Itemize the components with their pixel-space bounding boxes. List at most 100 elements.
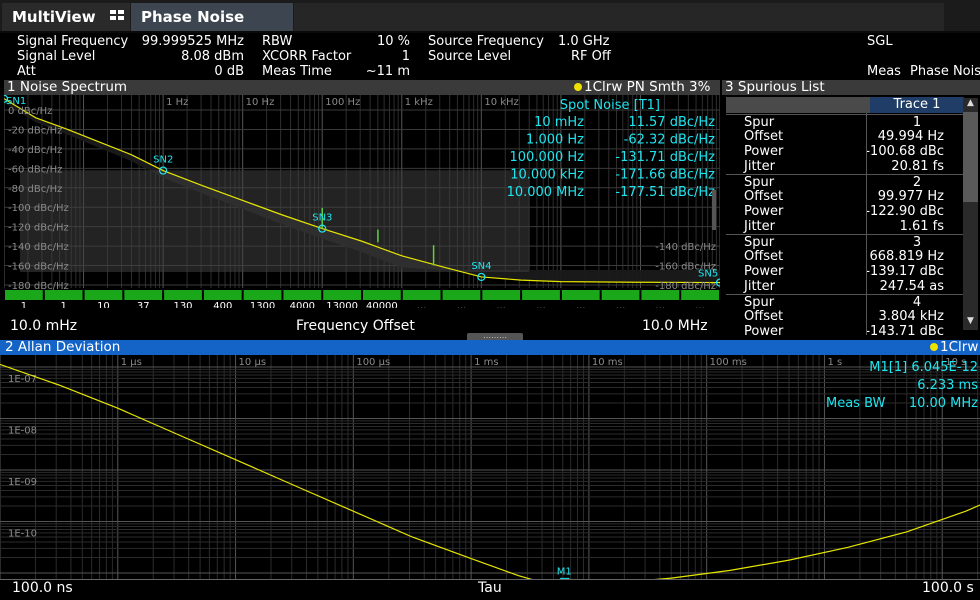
spur-row-label: Offset <box>744 189 784 204</box>
allan-deviation-title-bar[interactable]: 2 Allan Deviation 1Clrw <box>0 340 980 355</box>
spur-row[interactable]: Offset 49.994 Hz <box>726 129 964 144</box>
signal-frequency-value: 99.999525 MHz <box>141 34 244 49</box>
spot-noise-frequency: 10 mHz <box>534 115 584 130</box>
meas-time-value: ~11 m <box>365 64 410 79</box>
correlation-bar-value: 130 <box>173 301 192 308</box>
spur-row-label: Spur <box>744 175 775 190</box>
spot-noise-value: -171.66 dBc/Hz <box>615 168 715 183</box>
spot-noise-marker-label: SN4 <box>471 261 491 272</box>
correlation-bar-segment <box>164 290 202 300</box>
y-tick-label: 1E-09 <box>8 477 37 488</box>
correlation-bar-value: ... <box>695 301 705 308</box>
spur-row-value: 99.977 Hz <box>877 189 944 204</box>
spur-row[interactable]: Power -100.68 dBc <box>726 144 964 159</box>
correlation-bar-segment <box>601 290 640 300</box>
source-frequency-value: 1.0 GHz <box>558 34 610 49</box>
scroll-up-icon[interactable]: ▲ <box>963 98 978 112</box>
spur-row-value: 1.61 fs <box>899 219 944 234</box>
correlation-bar-value: 10 <box>97 301 110 308</box>
allan-x-axis: 100.0 ns Tau 100.0 s <box>0 579 980 597</box>
spur-row-value: -139.17 dBc <box>865 264 944 279</box>
tab-multiview-label: MultiView <box>12 8 96 26</box>
allan-deviation-title: 2 Allan Deviation <box>5 340 121 355</box>
spur-row-label: Spur <box>744 235 775 250</box>
y-tick-label: 1E-10 <box>8 529 37 540</box>
spur-row-value: 3 <box>912 235 922 250</box>
panel-resize-handle <box>712 190 716 230</box>
correlation-bar-value: ... <box>656 301 666 308</box>
spot-noise-frequency: 100.000 Hz <box>510 150 585 165</box>
spur-row[interactable]: Offset 668.819 Hz <box>726 249 964 264</box>
spur-row[interactable]: Power -122.90 dBc <box>726 204 964 219</box>
spur-row[interactable]: Power -139.17 dBc <box>726 264 964 279</box>
spur-row[interactable]: Spur 1 <box>726 114 964 130</box>
tab-phase-noise-label: Phase Noise <box>141 8 245 26</box>
noise-spectrum-trace-text: 1Clrw PN Smth 3% <box>584 80 711 95</box>
y-tick-label-right: -140 dBc/Hz <box>655 242 716 253</box>
tab-phase-noise[interactable]: Phase Noise <box>131 3 293 31</box>
allan-deviation-plot[interactable]: 1E-071E-081E-091E-101E-111 µs10 µs100 µs… <box>0 355 980 579</box>
noise-spectrum-title-bar[interactable]: 1 Noise Spectrum 1Clrw PN Smth 3% <box>4 80 720 95</box>
spur-row[interactable]: Jitter 1.61 fs <box>726 219 964 234</box>
spur-row[interactable]: Offset 99.977 Hz <box>726 189 964 204</box>
meas-label: Meas <box>867 64 901 79</box>
correlation-bar-segment <box>124 290 163 300</box>
y-tick-label: -160 dBc/Hz <box>8 262 69 273</box>
spur-row[interactable]: Jitter 247.54 as <box>726 279 964 294</box>
marker-readout-value: M1[1] 6.045E-12 <box>869 360 978 375</box>
spur-row-label: Offset <box>744 249 784 264</box>
spur-row-label: Power <box>744 324 784 335</box>
spur-row[interactable]: Jitter 20.81 fs <box>726 159 964 174</box>
correlation-bar-value: ... <box>417 301 427 308</box>
spur-row[interactable]: Power -143.71 dBc <box>726 324 964 335</box>
x-decade-label: 10 µs <box>239 357 266 368</box>
allan-trace-dot-icon <box>930 343 938 351</box>
spur-row-label: Power <box>744 264 784 279</box>
correlation-bar-value: ... <box>536 301 546 308</box>
correlation-bar-segment <box>561 290 600 300</box>
tau-start-label: 100.0 ns <box>12 580 73 596</box>
x-axis-label: Frequency Offset <box>296 318 415 334</box>
spur-row-value: 4 <box>912 295 922 310</box>
spur-row[interactable]: Spur 2 <box>726 174 964 190</box>
correlation-bar-value: 40000 <box>366 301 398 308</box>
rbw-label: RBW <box>262 34 293 49</box>
plot-background <box>0 355 980 579</box>
y-tick-label: -20 dBc/Hz <box>8 125 62 136</box>
spot-noise-frequency: 10.000 kHz <box>510 168 584 183</box>
spot-noise-value: -131.71 dBc/Hz <box>615 150 715 165</box>
spot-noise-marker-label: SN5 <box>698 269 718 280</box>
spur-row-label: Jitter <box>744 219 775 234</box>
spur-row[interactable]: Offset 3.804 kHz <box>726 309 964 324</box>
att-value: 0 dB <box>214 64 244 79</box>
spur-column-divider <box>866 113 867 335</box>
correlation-bar-value: 1 <box>21 301 27 308</box>
x-stop-label: 10.0 MHz <box>642 318 708 334</box>
scroll-down-icon[interactable]: ▼ <box>963 316 978 330</box>
correlation-bar-segment <box>84 290 123 300</box>
noise-spectrum-x-axis: 10.0 mHz Frequency Offset 10.0 MHz <box>4 318 720 336</box>
spurious-list-title-bar[interactable]: 3 Spurious List <box>722 80 980 95</box>
x-decade-label: 10 ms <box>592 357 623 368</box>
correlation-bar-segment <box>482 290 521 300</box>
spurious-column-header: Trace 1 <box>870 97 964 113</box>
spur-row[interactable]: Spur 3 <box>726 234 964 250</box>
spur-row-value: -143.71 dBc <box>865 324 944 335</box>
tau-axis-label: Tau <box>478 580 502 596</box>
spur-row[interactable]: Spur 4 <box>726 294 964 310</box>
spur-row-value: 20.81 fs <box>891 159 944 174</box>
correlation-bar-value: ... <box>496 301 506 308</box>
tab-bar-empty <box>294 3 944 31</box>
x-decade-label: 10 Hz <box>246 97 275 108</box>
correlation-bar-segment <box>283 290 322 300</box>
marker-readout-tau: 6.233 ms <box>917 378 978 393</box>
spur-row-value: 1 <box>912 115 922 130</box>
spurious-list-table: Trace 1 Spur 1 Offset 49.994 Hz Power -100.68… <box>722 95 980 335</box>
correlation-bar-segment <box>402 290 441 300</box>
correlation-bar-segment <box>44 290 83 300</box>
noise-floor-shading <box>19 170 530 272</box>
correlation-bar-segment <box>442 290 481 300</box>
noise-spectrum-plot[interactable]: 0 dBc/Hz -20 dBc/Hz -40 dBc/Hz -60 dBc/Hz -8… <box>4 95 720 308</box>
x-decade-label: 1 kHz <box>405 97 433 108</box>
spurious-scroll-thumb[interactable] <box>963 112 978 202</box>
